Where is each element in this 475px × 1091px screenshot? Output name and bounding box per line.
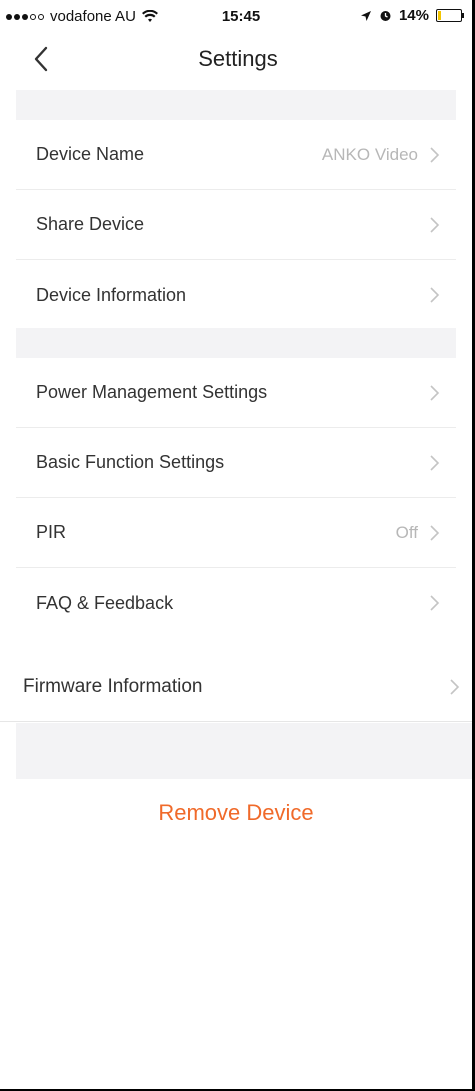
battery-fill [438,11,441,20]
chevron-right-icon [430,595,440,611]
battery-percent: 14% [398,7,429,24]
row-basic-function[interactable]: Basic Function Settings [16,428,456,498]
row-label: Device Name [36,144,145,164]
row-label: FAQ & Feedback [36,592,174,613]
row-label: Firmware Information [23,675,203,697]
location-arrow-icon [360,10,371,21]
remove-device-button[interactable]: Remove Device [0,800,472,826]
chevron-right-icon [430,146,440,163]
status-bar: vodafone AU 15:45 14% [0,0,472,34]
status-right: 14% [360,7,464,24]
row-label: PIR [36,522,67,542]
row-label: Device Information [36,284,187,305]
section-gap [16,328,456,358]
chevron-right-icon [430,287,440,303]
row-device-name[interactable]: Device Name ANKO Video [16,120,456,190]
row-power-management[interactable]: Power Management Settings [16,358,456,428]
phone-screen: vodafone AU 15:45 14% Settings Device Na… [0,0,472,1089]
chevron-right-icon [430,384,440,401]
row-label: Share Device [36,214,145,234]
chevron-right-icon [430,524,440,541]
chevron-right-icon [430,216,440,233]
row-pir[interactable]: PIR Off [16,498,456,568]
row-faq-feedback[interactable]: FAQ & Feedback [16,568,456,638]
row-label: Power Management Settings [36,382,268,402]
row-device-information[interactable]: Device Information [16,260,456,330]
device-name-value: ANKO Video [321,144,418,164]
pir-value: Off [395,522,418,542]
battery-icon [436,9,464,22]
chevron-right-icon [430,454,440,471]
page-title: Settings [198,46,278,71]
row-share-device[interactable]: Share Device [16,190,456,260]
row-label: Basic Function Settings [36,452,225,472]
row-firmware-information[interactable]: Firmware Information [0,652,472,722]
alarm-icon [380,11,391,21]
section-gap [16,90,456,120]
section-gap [16,723,472,779]
chevron-right-icon [450,678,460,695]
navigation-bar: Settings [0,34,472,90]
